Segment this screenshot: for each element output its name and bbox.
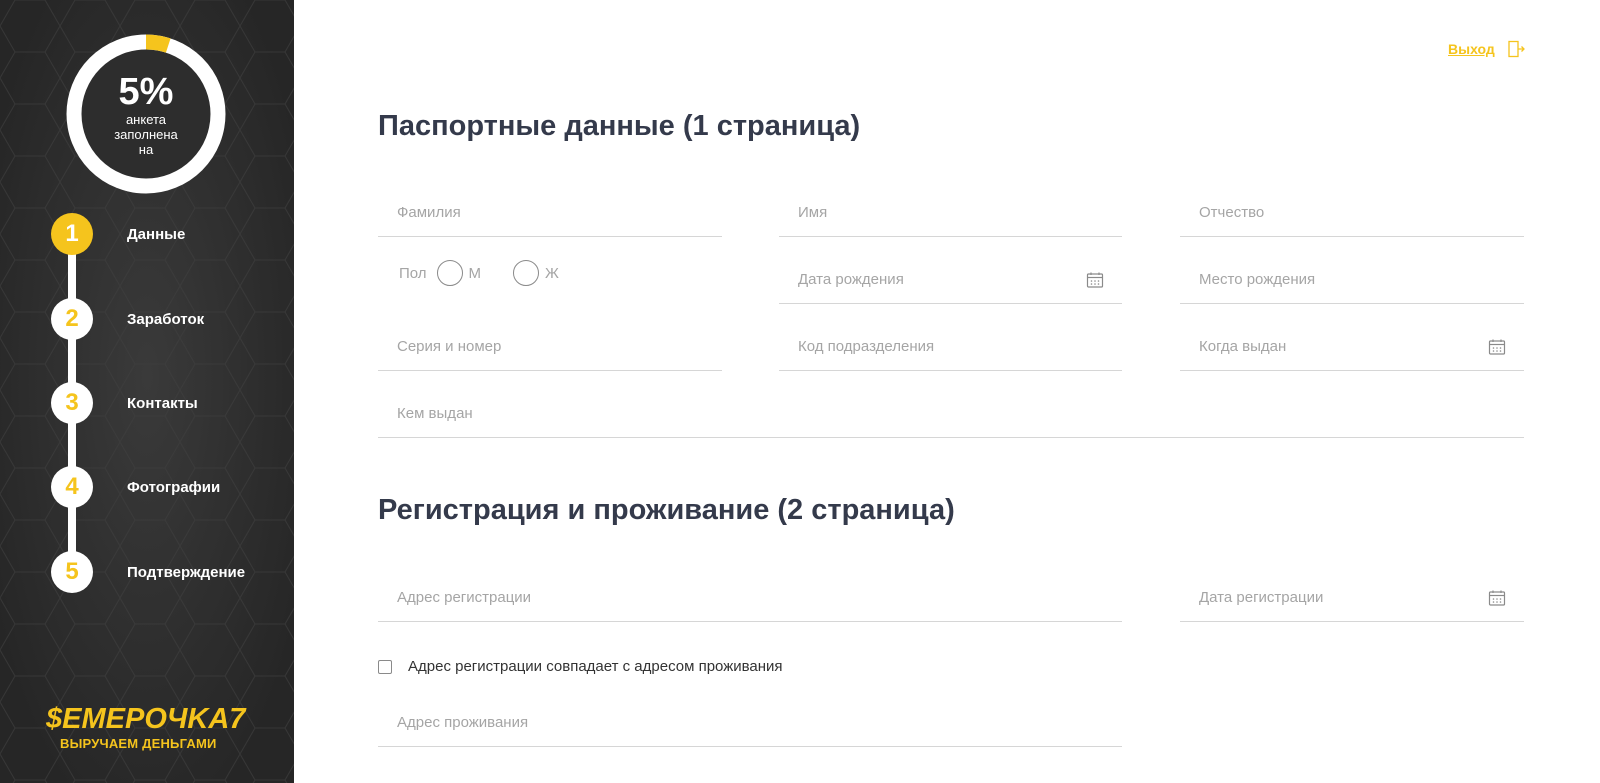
birth-place-input[interactable] xyxy=(1199,271,1524,288)
name-input[interactable] xyxy=(798,204,1122,221)
logo-tagline: ВЫРУЧАЕМ ДЕНЬГАМИ xyxy=(60,736,217,751)
issue-date-field xyxy=(1180,323,1524,371)
issue-date-input[interactable] xyxy=(1199,338,1524,355)
step-number: 2 xyxy=(51,298,93,340)
gender-female-radio[interactable] xyxy=(513,260,540,286)
surname-input[interactable] xyxy=(397,204,722,221)
calendar-icon[interactable] xyxy=(1488,338,1506,356)
gender-label: Пол xyxy=(399,264,427,282)
step-number: 3 xyxy=(51,382,93,424)
progress-percent: 5% xyxy=(118,70,174,113)
gender-selector: Пол М Ж xyxy=(399,260,581,286)
progress-label-line3: на xyxy=(138,141,154,157)
step-label: Контакты xyxy=(127,394,198,412)
registration-address-input[interactable] xyxy=(397,589,1122,606)
step-contacts[interactable]: 3 Контакты xyxy=(51,382,271,424)
same-address-label[interactable]: Адрес регистрации совпадает с адресом пр… xyxy=(408,658,783,675)
patronymic-input[interactable] xyxy=(1199,204,1524,221)
progress-label-line1: анкета xyxy=(125,111,167,127)
step-number: 5 xyxy=(51,551,93,593)
progress-label-line2: заполнена xyxy=(114,126,178,142)
birth-date-input[interactable] xyxy=(798,271,1122,288)
step-confirmation[interactable]: 5 Подтверждение xyxy=(51,551,271,593)
step-number: 4 xyxy=(51,466,93,508)
sidebar: 5% анкета заполнена на 1 Данные 2 Зарабо… xyxy=(0,0,294,783)
same-address-option: Адрес регистрации совпадает с адресом пр… xyxy=(378,658,783,675)
passport-section-title: Паспортные данные (1 страница) xyxy=(378,110,861,142)
division-code-input[interactable] xyxy=(798,338,1122,355)
birth-place-field xyxy=(1180,256,1524,304)
residence-address-input[interactable] xyxy=(397,714,1122,731)
registration-date-input[interactable] xyxy=(1199,589,1524,606)
gender-male-label: М xyxy=(468,264,482,282)
step-label: Подтверждение xyxy=(127,563,246,581)
logout-door-icon xyxy=(1508,40,1525,58)
series-number-input[interactable] xyxy=(397,338,722,355)
issued-by-field xyxy=(378,390,1524,438)
step-photos[interactable]: 4 Фотографии xyxy=(51,466,271,508)
step-earnings[interactable]: 2 Заработок xyxy=(51,298,271,340)
registration-date-field xyxy=(1180,574,1524,622)
patronymic-field xyxy=(1180,189,1524,237)
calendar-icon[interactable] xyxy=(1086,271,1104,289)
logout-label: Выход xyxy=(1448,41,1495,57)
logo-wordmark: $EMEPOЧKA7 xyxy=(46,703,246,735)
step-number: 1 xyxy=(51,213,93,255)
progress-ring: 5% анкета заполнена на xyxy=(64,32,228,196)
logout-button[interactable]: Выход xyxy=(1448,40,1525,58)
registration-address-field xyxy=(378,574,1122,622)
step-data[interactable]: 1 Данные xyxy=(51,213,271,255)
step-label: Данные xyxy=(127,225,186,243)
step-label: Фотографии xyxy=(127,478,221,496)
birth-date-field xyxy=(779,256,1122,304)
issued-by-input[interactable] xyxy=(397,405,1524,422)
residence-address-field xyxy=(378,699,1122,747)
gender-female-label: Ж xyxy=(545,264,559,282)
progress-text: 5% анкета заполнена на xyxy=(64,32,228,196)
brand-logo: $EMEPOЧKA7 ВЫРУЧАЕМ ДЕНЬГАМИ xyxy=(46,704,246,752)
calendar-icon[interactable] xyxy=(1488,589,1506,607)
series-number-field xyxy=(378,323,722,371)
division-code-field xyxy=(779,323,1122,371)
same-address-checkbox[interactable] xyxy=(378,659,392,674)
step-label: Заработок xyxy=(127,310,205,328)
gender-male-radio[interactable] xyxy=(436,260,463,286)
surname-field xyxy=(378,189,722,237)
name-field xyxy=(779,189,1122,237)
registration-section-title: Регистрация и проживание (2 страница) xyxy=(378,494,955,526)
